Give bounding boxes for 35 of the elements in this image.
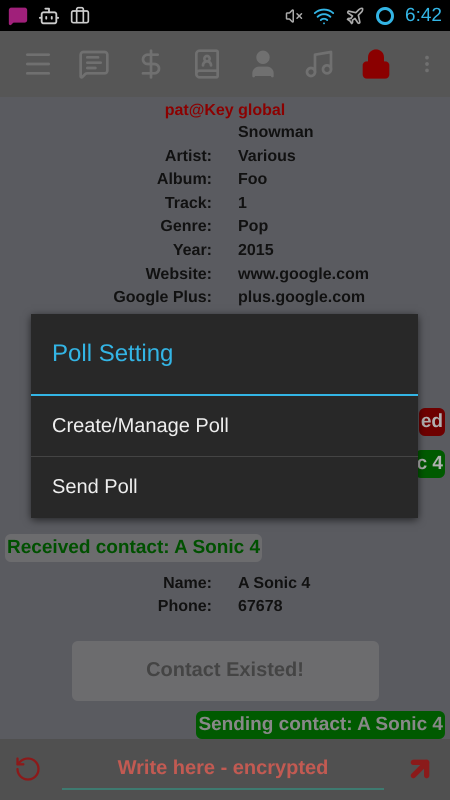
- field-label: Album:: [156, 170, 212, 190]
- field-value: 67678: [238, 597, 282, 618]
- airplane-icon: [345, 6, 366, 26]
- field-value: Pop: [238, 217, 268, 238]
- message-bubble: ed: [418, 408, 445, 436]
- bag-icon: [70, 6, 90, 26]
- lock-icon[interactable]: [360, 48, 392, 80]
- field-label: Artist:: [164, 146, 212, 167]
- field-value: Snowman: [238, 122, 314, 143]
- mute-icon: [285, 6, 304, 25]
- field-value: 2015: [238, 240, 274, 261]
- field-label: Name:: [163, 574, 212, 594]
- dialog-title: Poll Setting: [31, 314, 418, 396]
- field-value: A Sonic 4: [238, 574, 310, 594]
- chat-icon[interactable]: [78, 48, 110, 80]
- field-label: Year:: [172, 240, 212, 261]
- field-value: 1: [238, 194, 247, 214]
- app-icon: [8, 6, 28, 26]
- clock: 6:42: [405, 4, 442, 27]
- field-value: www.google.com: [238, 264, 369, 285]
- field-label: Genre:: [160, 217, 212, 238]
- field-label: Track:: [164, 194, 212, 214]
- sync-ring-icon: [375, 6, 396, 26]
- refresh-icon[interactable]: [14, 755, 42, 784]
- field-value: plus.google.com: [238, 288, 366, 308]
- field-value: Foo: [238, 170, 268, 190]
- music-note-icon[interactable]: [303, 48, 336, 80]
- message-bubble: Received contact: A Sonic 4: [5, 534, 262, 562]
- field-label: Google Plus:: [113, 288, 212, 308]
- field-label: Website:: [146, 264, 212, 285]
- dialog-menu-item[interactable]: Create/Manage Poll: [31, 396, 418, 457]
- field-label: Phone:: [158, 597, 212, 618]
- header-title: pat@Key global: [164, 100, 286, 121]
- message-bubble: Sending contact: A Sonic 4: [196, 710, 445, 739]
- field-value: Various: [238, 146, 296, 167]
